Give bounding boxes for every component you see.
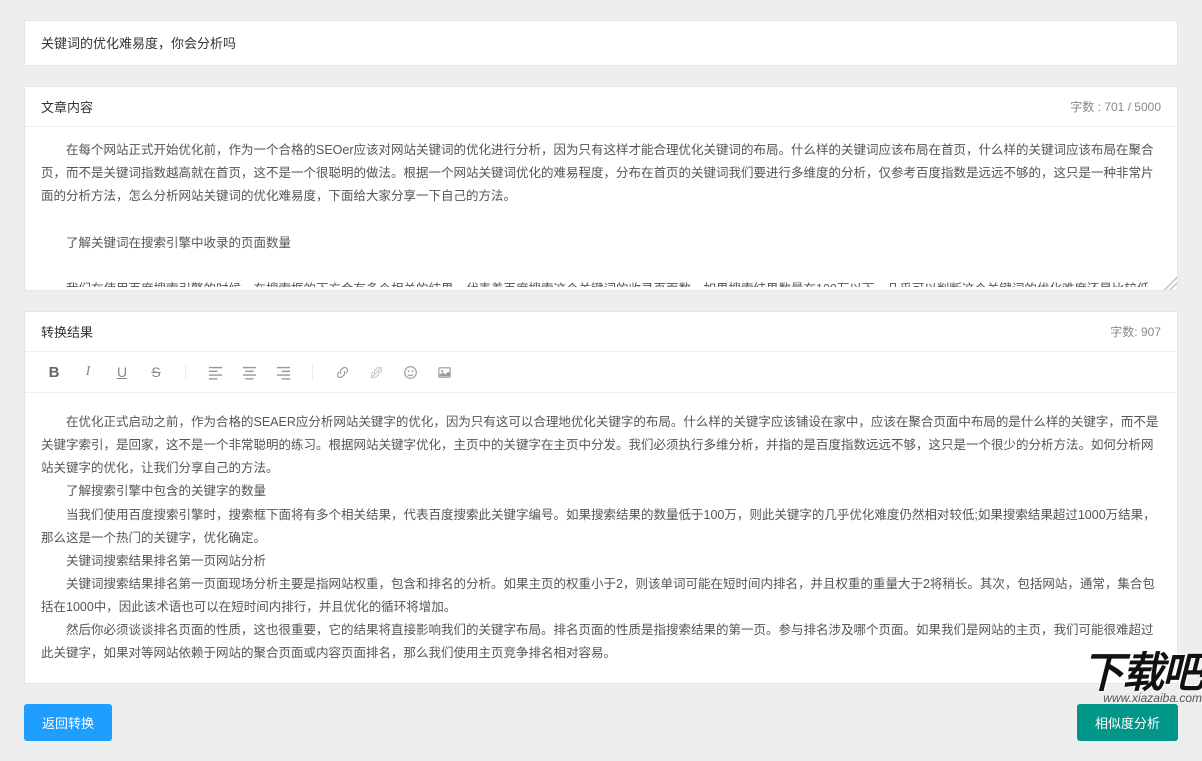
textarea-container — [25, 127, 1177, 290]
bold-button[interactable]: B — [37, 358, 71, 386]
align-left-button[interactable] — [198, 358, 232, 386]
content-label: 文章内容 — [41, 97, 93, 116]
toolbar-separator — [312, 363, 313, 381]
result-label: 转换结果 — [41, 322, 93, 341]
similarity-analysis-button[interactable]: 相似度分析 — [1077, 704, 1178, 741]
strikethrough-button[interactable]: S — [139, 358, 173, 386]
link-button[interactable] — [325, 358, 359, 386]
result-paragraph: 在优化正式启动之前，作为合格的SEAER应分析网站关键字的优化，因为只有这可以合… — [41, 411, 1161, 480]
content-header: 文章内容 字数 : 701 / 5000 — [25, 87, 1177, 127]
title-panel — [24, 20, 1178, 66]
align-right-button[interactable] — [266, 358, 300, 386]
buttons-row: 返回转换 相似度分析 — [24, 704, 1178, 741]
align-center-button[interactable] — [232, 358, 266, 386]
underline-button[interactable]: U — [105, 358, 139, 386]
result-header: 转换结果 字数: 907 — [25, 312, 1177, 352]
result-paragraph: 当我们使用百度搜索引擎时，搜索框下面将有多个相关结果，代表百度搜索此关键字编号。… — [41, 504, 1161, 550]
result-paragraph: 关键词搜索结果排名第一页网站分析 — [41, 550, 1161, 573]
back-convert-button[interactable]: 返回转换 — [24, 704, 112, 741]
italic-button[interactable]: I — [71, 358, 105, 386]
content-char-count: 字数 : 701 / 5000 — [1070, 98, 1161, 115]
result-content[interactable]: 在优化正式启动之前，作为合格的SEAER应分析网站关键字的优化，因为只有这可以合… — [25, 393, 1177, 683]
result-paragraph: 了解搜索引擎中包含的关键字的数量 — [41, 480, 1161, 503]
image-button[interactable] — [427, 358, 461, 386]
content-panel: 文章内容 字数 : 701 / 5000 — [24, 86, 1178, 291]
result-char-count: 字数: 907 — [1110, 323, 1161, 340]
watermark-url: www.xiazaiba.com — [1082, 693, 1202, 704]
unlink-button[interactable] — [359, 358, 393, 386]
content-textarea[interactable] — [25, 127, 1177, 287]
emoji-button[interactable] — [393, 358, 427, 386]
result-paragraph: 然后你必须谈谈排名页面的性质，这也很重要，它的结果将直接影响我们的关键字布局。排… — [41, 619, 1161, 665]
toolbar-separator — [185, 363, 186, 381]
editor-toolbar: B I U S — [25, 352, 1177, 393]
result-panel: 转换结果 字数: 907 B I U S 在优化正式启动之前，作为合格 — [24, 311, 1178, 684]
title-input[interactable] — [41, 35, 1161, 50]
result-paragraph: 关键词搜索结果排名第一页面现场分析主要是指网站权重，包含和排名的分析。如果主页的… — [41, 573, 1161, 619]
